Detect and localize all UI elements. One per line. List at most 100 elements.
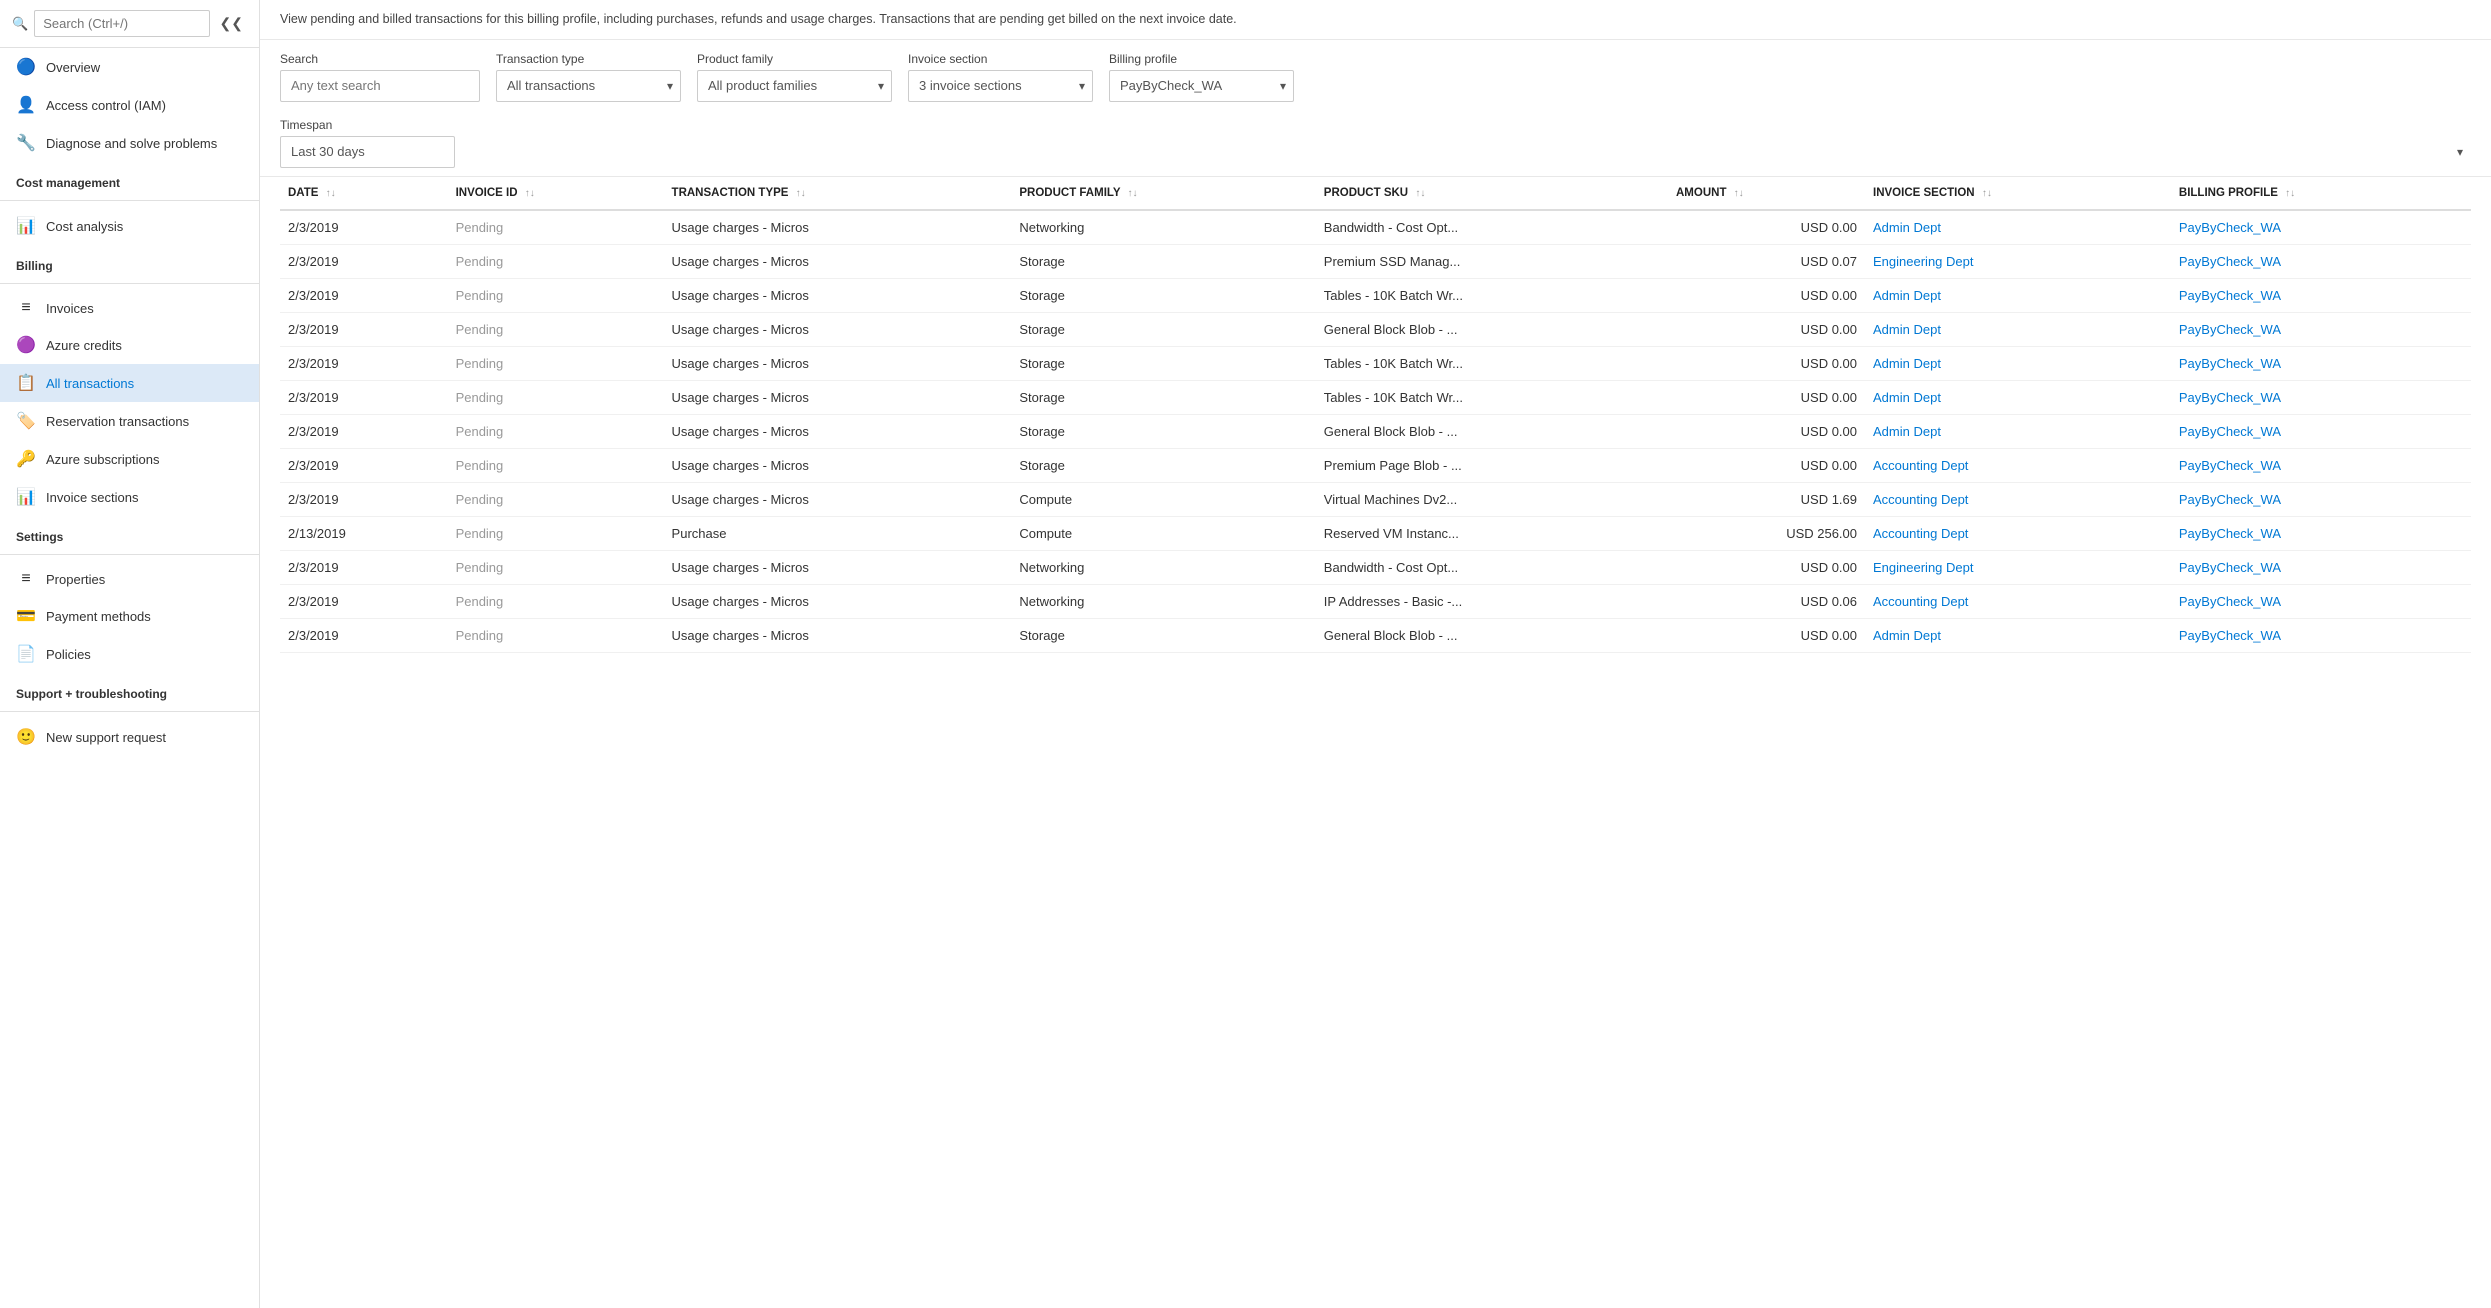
col-invoice-section[interactable]: INVOICE SECTION ↑↓: [1865, 177, 2171, 210]
invoice-section-link[interactable]: Admin Dept: [1873, 288, 1941, 303]
sidebar-item-reservation-transactions[interactable]: 🏷️Reservation transactions: [0, 402, 259, 440]
transaction-type-select[interactable]: All transactions: [496, 70, 681, 102]
cell-invoice-section[interactable]: Accounting Dept: [1865, 584, 2171, 618]
billing-profile-link[interactable]: PayByCheck_WA: [2179, 356, 2281, 371]
billing-profile-link[interactable]: PayByCheck_WA: [2179, 628, 2281, 643]
invoice-section-link[interactable]: Accounting Dept: [1873, 492, 1968, 507]
sidebar-item-invoice-sections[interactable]: 📊Invoice sections: [0, 478, 259, 516]
col-invoice-id[interactable]: INVOICE ID ↑↓: [448, 177, 664, 210]
billing-profile-link[interactable]: PayByCheck_WA: [2179, 458, 2281, 473]
sidebar-item-azure-subscriptions[interactable]: 🔑Azure subscriptions: [0, 440, 259, 478]
cell-billing-profile[interactable]: PayByCheck_WA: [2171, 618, 2471, 652]
sidebar-collapse-button[interactable]: ❮❮: [216, 15, 247, 32]
cell-product-family: Storage: [1011, 346, 1315, 380]
col-product-sku[interactable]: PRODUCT SKU ↑↓: [1316, 177, 1668, 210]
cell-billing-profile[interactable]: PayByCheck_WA: [2171, 448, 2471, 482]
cell-billing-profile[interactable]: PayByCheck_WA: [2171, 278, 2471, 312]
product-family-sort-icon: ↑↓: [1128, 188, 1138, 199]
cell-invoice-section[interactable]: Admin Dept: [1865, 380, 2171, 414]
cell-billing-profile[interactable]: PayByCheck_WA: [2171, 210, 2471, 245]
filters-area: Search Transaction type All transactions…: [260, 40, 2491, 177]
cell-billing-profile[interactable]: PayByCheck_WA: [2171, 346, 2471, 380]
sidebar-item-label-invoices: Invoices: [46, 301, 94, 316]
table-row: 2/3/2019PendingUsage charges - MicrosSto…: [280, 380, 2471, 414]
reservation-transactions-icon: 🏷️: [16, 411, 36, 431]
sidebar-item-label-overview: Overview: [46, 60, 100, 75]
page-description: View pending and billed transactions for…: [260, 0, 2491, 40]
cell-invoice-section[interactable]: Admin Dept: [1865, 278, 2171, 312]
billing-profile-select[interactable]: PayByCheck_WA: [1109, 70, 1294, 102]
timespan-filter-group: Timespan Last 30 days: [280, 118, 2471, 168]
cell-amount: USD 1.69: [1668, 482, 1865, 516]
cell-invoice-section[interactable]: Admin Dept: [1865, 618, 2171, 652]
cell-product-family: Networking: [1011, 210, 1315, 245]
billing-profile-link[interactable]: PayByCheck_WA: [2179, 254, 2281, 269]
invoice-section-link[interactable]: Admin Dept: [1873, 424, 1941, 439]
cell-invoice-section[interactable]: Admin Dept: [1865, 312, 2171, 346]
sidebar-item-properties[interactable]: ≡Properties: [0, 561, 259, 597]
cell-billing-profile[interactable]: PayByCheck_WA: [2171, 584, 2471, 618]
sidebar-item-invoices[interactable]: ≡Invoices: [0, 290, 259, 326]
invoice-section-link[interactable]: Admin Dept: [1873, 390, 1941, 405]
cell-invoice-section[interactable]: Admin Dept: [1865, 414, 2171, 448]
invoice-section-link[interactable]: Accounting Dept: [1873, 458, 1968, 473]
col-transaction-type[interactable]: TRANSACTION TYPE ↑↓: [664, 177, 1012, 210]
sidebar-item-diagnose[interactable]: 🔧Diagnose and solve problems: [0, 124, 259, 162]
cell-invoice-section[interactable]: Admin Dept: [1865, 210, 2171, 245]
cell-invoice-section[interactable]: Engineering Dept: [1865, 550, 2171, 584]
invoice-section-link[interactable]: Accounting Dept: [1873, 526, 1968, 541]
cell-billing-profile[interactable]: PayByCheck_WA: [2171, 516, 2471, 550]
cell-invoice-section[interactable]: Accounting Dept: [1865, 482, 2171, 516]
sidebar-item-access-control[interactable]: 👤Access control (IAM): [0, 86, 259, 124]
timespan-select[interactable]: Last 30 days: [280, 136, 455, 168]
billing-profile-link[interactable]: PayByCheck_WA: [2179, 220, 2281, 235]
col-billing-profile[interactable]: BILLING PROFILE ↑↓: [2171, 177, 2471, 210]
billing-profile-link[interactable]: PayByCheck_WA: [2179, 424, 2281, 439]
billing-profile-link[interactable]: PayByCheck_WA: [2179, 322, 2281, 337]
sidebar-item-payment-methods[interactable]: 💳Payment methods: [0, 597, 259, 635]
invoice-section-link[interactable]: Engineering Dept: [1873, 254, 1973, 269]
invoice-section-link[interactable]: Admin Dept: [1873, 322, 1941, 337]
invoice-section-link[interactable]: Accounting Dept: [1873, 594, 1968, 609]
cell-product-family: Storage: [1011, 380, 1315, 414]
invoice-section-select[interactable]: 3 invoice sections: [908, 70, 1093, 102]
sidebar-item-policies[interactable]: 📄Policies: [0, 635, 259, 673]
cell-billing-profile[interactable]: PayByCheck_WA: [2171, 380, 2471, 414]
billing-profile-link[interactable]: PayByCheck_WA: [2179, 390, 2281, 405]
sidebar-section-billing: Billing: [0, 245, 259, 277]
cell-billing-profile[interactable]: PayByCheck_WA: [2171, 550, 2471, 584]
billing-profile-link[interactable]: PayByCheck_WA: [2179, 526, 2281, 541]
sidebar-item-new-support[interactable]: 🙂New support request: [0, 718, 259, 756]
cell-invoice-section[interactable]: Admin Dept: [1865, 346, 2171, 380]
cell-billing-profile[interactable]: PayByCheck_WA: [2171, 482, 2471, 516]
cell-billing-profile[interactable]: PayByCheck_WA: [2171, 244, 2471, 278]
invoice-section-link[interactable]: Admin Dept: [1873, 628, 1941, 643]
billing-profile-link[interactable]: PayByCheck_WA: [2179, 288, 2281, 303]
product-family-select[interactable]: All product families: [697, 70, 892, 102]
invoice-section-link[interactable]: Admin Dept: [1873, 356, 1941, 371]
billing-profile-link[interactable]: PayByCheck_WA: [2179, 492, 2281, 507]
invoice-section-link[interactable]: Admin Dept: [1873, 220, 1941, 235]
cell-billing-profile[interactable]: PayByCheck_WA: [2171, 312, 2471, 346]
cell-invoice-section[interactable]: Engineering Dept: [1865, 244, 2171, 278]
search-filter-input[interactable]: [280, 70, 480, 102]
invoice-section-link[interactable]: Engineering Dept: [1873, 560, 1973, 575]
sidebar-item-overview[interactable]: 🔵Overview: [0, 48, 259, 86]
timespan-select-wrapper: Last 30 days: [280, 136, 2471, 168]
sidebar-item-all-transactions[interactable]: 📋All transactions: [0, 364, 259, 402]
cell-invoice-section[interactable]: Accounting Dept: [1865, 448, 2171, 482]
col-amount[interactable]: AMOUNT ↑↓: [1668, 177, 1865, 210]
billing-profile-link[interactable]: PayByCheck_WA: [2179, 594, 2281, 609]
cell-product-sku: Premium Page Blob - ...: [1316, 448, 1668, 482]
cell-invoice-section[interactable]: Accounting Dept: [1865, 516, 2171, 550]
billing-profile-link[interactable]: PayByCheck_WA: [2179, 560, 2281, 575]
cell-billing-profile[interactable]: PayByCheck_WA: [2171, 414, 2471, 448]
col-date[interactable]: DATE ↑↓: [280, 177, 448, 210]
sidebar-item-cost-analysis[interactable]: 📊Cost analysis: [0, 207, 259, 245]
cell-invoice-id: Pending: [448, 312, 664, 346]
cell-transaction-type: Usage charges - Micros: [664, 448, 1012, 482]
main-content: View pending and billed transactions for…: [260, 0, 2491, 1308]
sidebar-item-azure-credits[interactable]: 🟣Azure credits: [0, 326, 259, 364]
sidebar-search-input[interactable]: [34, 10, 209, 37]
col-product-family[interactable]: PRODUCT FAMILY ↑↓: [1011, 177, 1315, 210]
